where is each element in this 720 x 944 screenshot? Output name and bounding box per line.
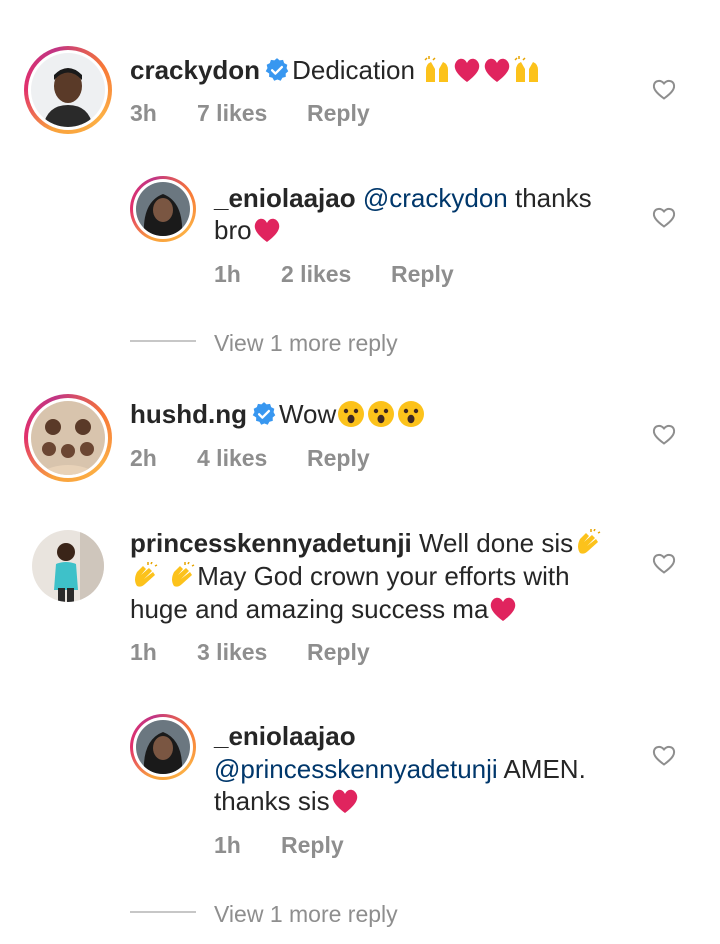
red-heart-emoji [489,595,517,623]
avatar-princesskennyadetunji[interactable] [32,530,104,602]
likes-count[interactable]: 7 likes [197,100,267,127]
reply-text: thanks [507,183,592,213]
reply-text: thanks sis [214,786,330,816]
clapping-hands-emoji [168,561,196,590]
comment-time: 2h [130,445,157,471]
clapping-hands-emoji [131,561,159,590]
verified-badge-icon [265,58,289,81]
comment-princesskennyadetunji: princesskennyadetunji Well done sis [130,527,603,560]
likes-count[interactable]: 2 likes [281,261,351,288]
reply-button[interactable]: Reply [307,445,370,472]
comment-crackydon: crackydon Dedication [130,54,542,87]
username[interactable]: hushd.ng [130,399,247,429]
comment-time: 3h [130,100,157,126]
comment-text: Dedication [292,55,415,85]
astonished-face-emoji [397,400,425,428]
raising-hands-emoji [513,56,541,84]
reply-button[interactable]: Reply [281,832,344,859]
heart-outline-icon[interactable] [652,744,676,766]
view-more-replies-button[interactable]: View 1 more reply [214,901,398,928]
comment-text: May God crown your efforts with [197,561,570,591]
reply-eniolaajao-2-line3: thanks sis [214,785,360,818]
heart-outline-icon[interactable] [652,423,676,445]
reply-eniolaajao-2-line2: @princesskennyadetunji AMEN. [214,753,586,786]
comment-text: Wow [278,399,337,429]
reply-button[interactable]: Reply [307,100,370,127]
red-heart-emoji [331,787,359,815]
heart-outline-icon[interactable] [652,206,676,228]
reply-eniolaajao-2: _eniolaajao [214,720,356,753]
comment-time: 1h [214,261,241,287]
comment-time: 1h [214,832,241,858]
mention-link[interactable]: @princesskennyadetunji [214,754,498,784]
username[interactable]: princesskennyadetunji [130,528,412,558]
raising-hands-emoji [423,56,451,84]
divider [130,340,196,342]
red-heart-emoji [483,56,511,84]
view-more-replies-button[interactable]: View 1 more reply [214,330,398,357]
reply-text: bro [214,215,252,245]
avatar-eniolaajao[interactable] [130,176,196,242]
mention-link[interactable]: @crackydon [363,183,508,213]
avatar-image [136,182,190,236]
username[interactable]: _eniolaajao [214,721,356,751]
comment-time: 1h [130,639,157,665]
avatar-image [31,53,105,127]
reply-eniolaajao-1: _eniolaajao @crackydon thanks [214,182,592,215]
comment-text: huge and amazing success ma [130,594,489,624]
avatar-hushd[interactable] [24,394,112,482]
avatar-eniolaajao[interactable] [130,714,196,780]
divider [130,911,196,913]
clapping-hands-emoji [574,528,602,557]
red-heart-emoji [453,56,481,84]
reply-button[interactable]: Reply [391,261,454,288]
avatar-image [31,401,105,475]
comment-text: Well done sis [411,528,574,558]
avatar-image [136,720,190,774]
red-heart-emoji [253,216,281,244]
likes-count[interactable]: 4 likes [197,445,267,472]
astonished-face-emoji [367,400,395,428]
reply-button[interactable]: Reply [307,639,370,666]
username[interactable]: _eniolaajao [214,183,356,213]
username[interactable]: crackydon [130,55,260,85]
comment-princesskennyadetunji-line3: huge and amazing success ma [130,593,518,626]
comment-hushd: hushd.ng Wow [130,398,426,431]
heart-outline-icon[interactable] [652,552,676,574]
comment-princesskennyadetunji-line2: May God crown your efforts with [130,560,570,593]
reply-text: AMEN. [497,754,586,784]
astonished-face-emoji [337,400,365,428]
verified-badge-icon [252,402,276,425]
likes-count[interactable]: 3 likes [197,639,267,666]
avatar-crackydon[interactable] [24,46,112,134]
heart-outline-icon[interactable] [652,78,676,100]
avatar-image [32,530,104,602]
reply-eniolaajao-1-line2: bro [214,214,282,247]
